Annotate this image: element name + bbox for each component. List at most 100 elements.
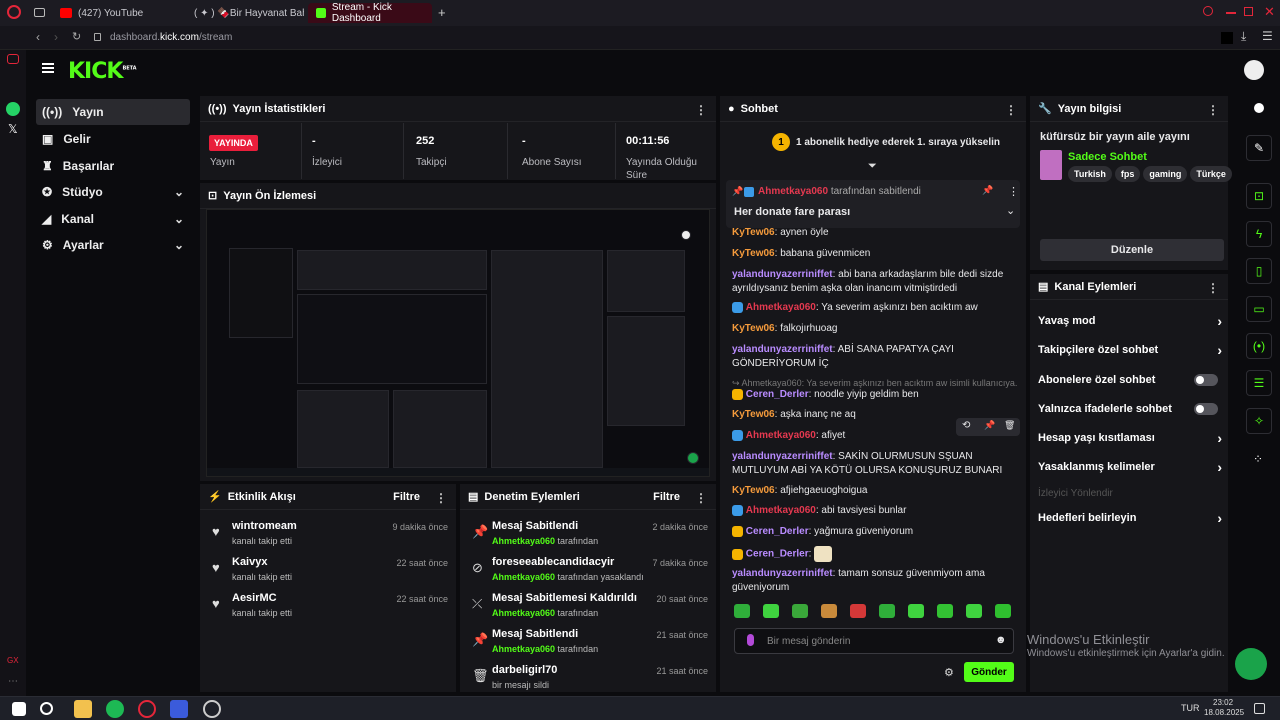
chat-message[interactable]: yalandunyazerriniffet: tamam sonsuz güve… xyxy=(732,567,1018,595)
action-followers-only[interactable]: Takipçilere özel sohbet › xyxy=(1038,339,1222,361)
spotify-icon[interactable] xyxy=(106,700,124,718)
apps-icon[interactable]: ⁘ xyxy=(1253,452,1263,466)
document-icon[interactable]: ▯ xyxy=(1246,258,1272,284)
chat-input[interactable]: Bir mesaj gönderin ☻ xyxy=(734,628,1014,654)
url-field[interactable]: dashboard.kick.com/stream xyxy=(110,32,232,43)
chat-message[interactable]: Ceren_Derler: xyxy=(732,546,1018,562)
hamburger-menu-icon[interactable] xyxy=(42,63,54,73)
workspaces-icon[interactable] xyxy=(34,8,45,17)
nav-item-gelir[interactable]: ▣ Gelir xyxy=(36,126,190,152)
action-slow-mode[interactable]: Yavaş mod › xyxy=(1038,310,1222,332)
opera-icon[interactable] xyxy=(138,700,156,718)
tab-hayvanat[interactable]: ( ✦ ) 🍫Bir Hayvanat Bah xyxy=(180,3,304,23)
chat-message[interactable]: Ahmetkaya060: afiyet xyxy=(732,429,1018,443)
more-options-icon[interactable]: ⋮ xyxy=(435,491,447,505)
action-set-goals[interactable]: Hedefleri belirleyin › xyxy=(1038,507,1222,529)
action-banned-words[interactable]: Yasaklanmış kelimeler › xyxy=(1038,456,1222,478)
emote-10[interactable] xyxy=(995,604,1011,618)
file-explorer-icon[interactable] xyxy=(74,700,92,718)
emoji-icon[interactable]: ☻ xyxy=(995,634,1007,646)
chat-settings-icon[interactable]: ⚙ xyxy=(944,666,954,679)
avatar[interactable] xyxy=(1244,60,1264,80)
chat-message[interactable]: Ahmetkaya060: Ya severim aşkınızı ben ac… xyxy=(732,301,1018,315)
chat-message[interactable]: KyTew06: aynen öyle xyxy=(732,226,1018,240)
category-name[interactable]: Sadece Sohbet xyxy=(1068,151,1147,163)
mic-icon[interactable] xyxy=(747,634,754,646)
send-button[interactable]: Gönder xyxy=(964,662,1014,682)
more-options-icon[interactable]: ⋮ xyxy=(1005,103,1017,117)
chat-message[interactable]: yalandunyazerriniffet: abi bana arkadaşl… xyxy=(732,268,1018,296)
chat-message[interactable]: KyTew06: falkojırhuoag xyxy=(732,322,1018,336)
chat-bubble-icon[interactable]: ▭ xyxy=(1246,296,1272,322)
filter-button[interactable]: Filtre xyxy=(653,491,680,503)
info-icon[interactable] xyxy=(1254,103,1264,113)
action-account-age[interactable]: Hesap yaşı kısıtlaması › xyxy=(1038,427,1222,449)
emote-3[interactable] xyxy=(792,604,808,618)
toggle-switch[interactable] xyxy=(1194,374,1218,386)
chat-message[interactable]: Ceren_Derler: noodle yiyip geldim ben xyxy=(732,388,1018,402)
new-tab-button[interactable]: + xyxy=(438,5,446,20)
maximize-icon[interactable] xyxy=(1244,7,1253,16)
camera-icon[interactable]: ⊡ xyxy=(1246,183,1272,209)
nav-item-studyo[interactable]: ✪ Stüdyo ⌄ xyxy=(36,179,190,205)
emote-5[interactable] xyxy=(850,604,866,618)
search-icon[interactable] xyxy=(40,702,53,715)
stream-preview-video[interactable] xyxy=(206,209,710,477)
back-icon[interactable]: ‹ xyxy=(36,30,40,44)
nav-item-ayarlar[interactable]: ⚙ Ayarlar ⌄ xyxy=(36,232,190,258)
more-options-icon[interactable]: ⋮ xyxy=(1207,103,1219,117)
obs-icon[interactable] xyxy=(203,700,221,718)
chat-message[interactable]: KyTew06: afjiehgaeuoghoigua xyxy=(732,484,1018,498)
action-emotes-only[interactable]: Yalnızca ifadelerle sohbet xyxy=(1038,398,1222,420)
more-options-icon[interactable]: ⋮ xyxy=(695,491,707,505)
notification-icon[interactable] xyxy=(1254,703,1265,714)
more-options-icon[interactable]: ⋮ xyxy=(695,103,707,117)
emote-2[interactable] xyxy=(763,604,779,618)
tab-kick-dashboard[interactable]: Stream - Kick Dashboard xyxy=(308,2,432,24)
emote-7[interactable] xyxy=(908,604,924,618)
filter-button[interactable]: Filtre xyxy=(393,491,420,503)
kick-logo[interactable]: KICKBETA xyxy=(68,59,137,84)
chat-message[interactable]: KyTew06: babana güvenmicen xyxy=(732,247,1018,261)
broadcast-rail-icon[interactable]: (•) xyxy=(1246,333,1272,359)
download-icon[interactable]: ⤓ xyxy=(1241,29,1246,44)
chat-message[interactable]: yalandunyazerriniffet: ABİ SANA PAPATYA … xyxy=(732,343,1018,371)
nav-item-yayin[interactable]: ((•)) Yayın xyxy=(36,99,190,125)
gx-icon[interactable]: GX xyxy=(7,656,19,665)
chat-message[interactable]: yalandunyazerriniffet: SAKİN OLURMUSUN S… xyxy=(732,450,1018,478)
language-indicator[interactable]: TUR xyxy=(1181,703,1200,713)
aria-icon[interactable] xyxy=(7,54,19,64)
x-twitter-icon[interactable]: 𝕏 xyxy=(8,122,18,136)
chat-message[interactable]: Ceren_Derler: yağmura güveniyorum xyxy=(732,525,1018,539)
chevron-down-icon[interactable]: ⌄ xyxy=(1006,204,1015,217)
action-subs-only[interactable]: Abonelere özel sohbet xyxy=(1038,369,1222,391)
whatsapp-icon[interactable] xyxy=(6,102,20,116)
list-rail-icon[interactable]: ☰ xyxy=(1246,370,1272,396)
edit-pen-icon[interactable]: ✎ xyxy=(1246,135,1272,161)
emote-4[interactable] xyxy=(821,604,837,618)
emote-9[interactable] xyxy=(966,604,982,618)
emote-8[interactable] xyxy=(937,604,953,618)
collapse-icon[interactable]: ⏷ xyxy=(868,160,877,173)
wrench-rail-icon[interactable]: ✧ xyxy=(1246,408,1272,434)
chat-message[interactable]: Ahmetkaya060: abi tavsiyesi bunlar xyxy=(732,504,1018,518)
forward-icon[interactable]: › xyxy=(54,30,58,44)
pinned-message[interactable]: 📌 Ahmetkaya060 tarafından sabitlendi 📌 ⋮… xyxy=(726,180,1020,228)
unpin-button[interactable]: 📌 xyxy=(982,185,993,196)
nav-item-basarilar[interactable]: ♜ Başarılar xyxy=(36,153,190,179)
clock-date[interactable]: 18.08.2025 xyxy=(1204,708,1244,717)
reload-icon[interactable]: ↻ xyxy=(72,30,81,43)
lightning-icon[interactable]: ϟ xyxy=(1246,221,1272,247)
browser-menu-icon[interactable]: ☰ xyxy=(1262,29,1273,43)
minimize-icon[interactable] xyxy=(1226,12,1236,14)
clock-time[interactable]: 23:02 xyxy=(1213,698,1233,707)
edit-button[interactable]: Düzenle xyxy=(1040,239,1224,261)
emote-1[interactable] xyxy=(734,604,750,618)
profile-square-icon[interactable] xyxy=(1221,32,1233,44)
support-chat-button[interactable] xyxy=(1235,648,1267,680)
emote-6[interactable] xyxy=(879,604,895,618)
more-options-icon[interactable]: ⋮ xyxy=(1207,281,1219,295)
sub-goal-banner[interactable]: 1 1 abonelik hediye ederek 1. sıraya yük… xyxy=(772,132,1012,152)
more-icon[interactable]: ⋯ xyxy=(8,676,18,687)
more-options-icon[interactable]: ⋮ xyxy=(1008,185,1019,198)
